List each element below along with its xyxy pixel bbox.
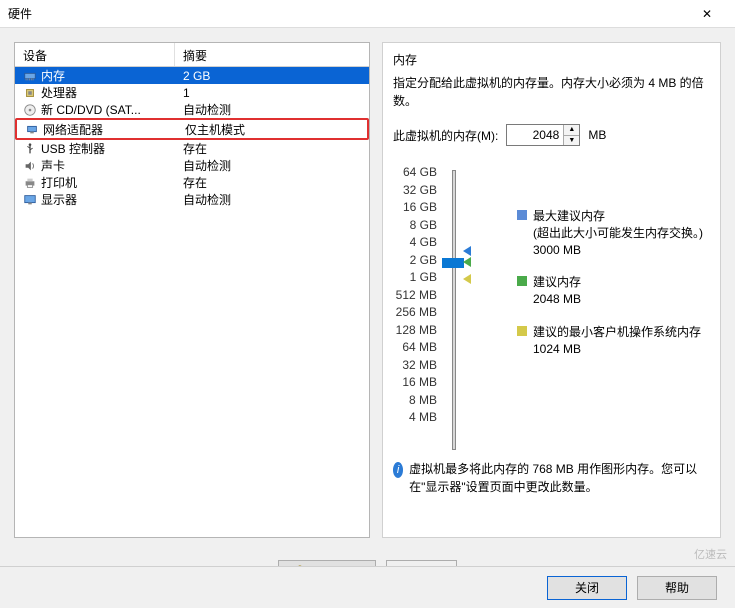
- legend-max-icon: [517, 210, 527, 220]
- printer-icon: [23, 176, 37, 190]
- titlebar: 硬件 ✕: [0, 0, 735, 28]
- device-name: 打印机: [41, 174, 77, 191]
- row-cpu[interactable]: 处理器 1: [15, 84, 369, 101]
- device-summary: 自动检测: [175, 157, 369, 174]
- legend-rec-label: 建议内存: [533, 274, 581, 291]
- memory-label: 此虚拟机的内存(M):: [393, 127, 498, 144]
- device-name: USB 控制器: [41, 140, 105, 157]
- device-name: 内存: [41, 67, 65, 84]
- main-content: 设备 摘要 内存 2 GB 处理器 1 新 CD/DVD (SAT... 自动检…: [0, 28, 735, 552]
- legend-min-value: 1024 MB: [533, 341, 701, 358]
- row-printer[interactable]: 打印机 存在: [15, 174, 369, 191]
- window-title: 硬件: [8, 5, 32, 22]
- row-network[interactable]: 网络适配器 仅主机模式: [15, 118, 369, 140]
- cd-icon: [23, 103, 37, 117]
- device-summary: 2 GB: [175, 69, 369, 83]
- network-icon: [25, 122, 39, 136]
- row-display[interactable]: 显示器 自动检测: [15, 191, 369, 208]
- slider-ticks: 64 GB32 GB16 GB8 GB4 GB2 GB1 GB512 MB256…: [393, 164, 437, 450]
- spin-up[interactable]: ▲: [564, 125, 579, 136]
- legend-max-note: (超出此大小可能发生内存交换。): [533, 225, 703, 242]
- sound-icon: [23, 159, 37, 173]
- device-summary: 存在: [175, 174, 369, 191]
- row-sound[interactable]: 声卡 自动检测: [15, 157, 369, 174]
- slider-legend: 最大建议内存 (超出此大小可能发生内存交换。) 3000 MB 建议内存 204…: [517, 164, 703, 450]
- memory-unit: MB: [588, 128, 606, 142]
- memory-input[interactable]: [507, 125, 563, 145]
- device-summary: 仅主机模式: [177, 121, 367, 138]
- device-summary: 自动检测: [175, 101, 369, 118]
- display-icon: [23, 193, 37, 207]
- close-button[interactable]: ✕: [687, 0, 727, 28]
- device-list-panel: 设备 摘要 内存 2 GB 处理器 1 新 CD/DVD (SAT... 自动检…: [14, 42, 370, 538]
- memory-title: 内存: [393, 51, 710, 68]
- memory-desc: 指定分配给此虚拟机的内存量。内存大小必须为 4 MB 的倍数。: [393, 74, 710, 110]
- col-summary[interactable]: 摘要: [175, 43, 369, 66]
- device-name: 网络适配器: [43, 121, 103, 138]
- legend-max-value: 3000 MB: [533, 242, 703, 259]
- footer: 关闭 帮助: [0, 566, 735, 608]
- settings-panel: 内存 指定分配给此虚拟机的内存量。内存大小必须为 4 MB 的倍数。 此虚拟机的…: [382, 42, 721, 538]
- spin-down[interactable]: ▼: [564, 136, 579, 146]
- table-body: 内存 2 GB 处理器 1 新 CD/DVD (SAT... 自动检测 网络适配…: [15, 67, 369, 537]
- device-name: 声卡: [41, 157, 65, 174]
- device-summary: 存在: [175, 140, 369, 157]
- device-summary: 自动检测: [175, 191, 369, 208]
- device-name: 显示器: [41, 191, 77, 208]
- close-dialog-button[interactable]: 关闭: [547, 576, 627, 600]
- device-summary: 1: [175, 86, 369, 100]
- table-header: 设备 摘要: [15, 43, 369, 67]
- row-usb[interactable]: USB 控制器 存在: [15, 140, 369, 157]
- memory-spinner[interactable]: ▲▼: [506, 124, 580, 146]
- row-cd[interactable]: 新 CD/DVD (SAT... 自动检测: [15, 101, 369, 118]
- close-icon: ✕: [702, 7, 712, 21]
- legend-max-label: 最大建议内存: [533, 208, 703, 225]
- marker-min: [463, 274, 471, 287]
- memory-input-row: 此虚拟机的内存(M): ▲▼ MB: [393, 124, 710, 146]
- info-row: i 虚拟机最多将此内存的 768 MB 用作图形内存。您可以在"显示器"设置页面…: [393, 460, 710, 496]
- memory-slider-area: 64 GB32 GB16 GB8 GB4 GB2 GB1 GB512 MB256…: [393, 164, 710, 450]
- usb-icon: [23, 142, 37, 156]
- legend-rec-icon: [517, 276, 527, 286]
- memory-slider[interactable]: [447, 164, 461, 450]
- legend-min-label: 建议的最小客户机操作系统内存: [533, 324, 701, 341]
- legend-min-icon: [517, 326, 527, 336]
- legend-rec-value: 2048 MB: [533, 291, 581, 308]
- memory-icon: [23, 69, 37, 83]
- help-button[interactable]: 帮助: [637, 576, 717, 600]
- slider-thumb[interactable]: [442, 258, 464, 268]
- info-icon: i: [393, 462, 403, 478]
- info-text: 虚拟机最多将此内存的 768 MB 用作图形内存。您可以在"显示器"设置页面中更…: [409, 460, 710, 496]
- device-name: 处理器: [41, 84, 77, 101]
- col-device[interactable]: 设备: [15, 43, 175, 66]
- device-name: 新 CD/DVD (SAT...: [41, 101, 141, 118]
- cpu-icon: [23, 86, 37, 100]
- marker-rec: [463, 257, 471, 270]
- watermark: 亿速云: [694, 546, 727, 562]
- row-memory[interactable]: 内存 2 GB: [15, 67, 369, 84]
